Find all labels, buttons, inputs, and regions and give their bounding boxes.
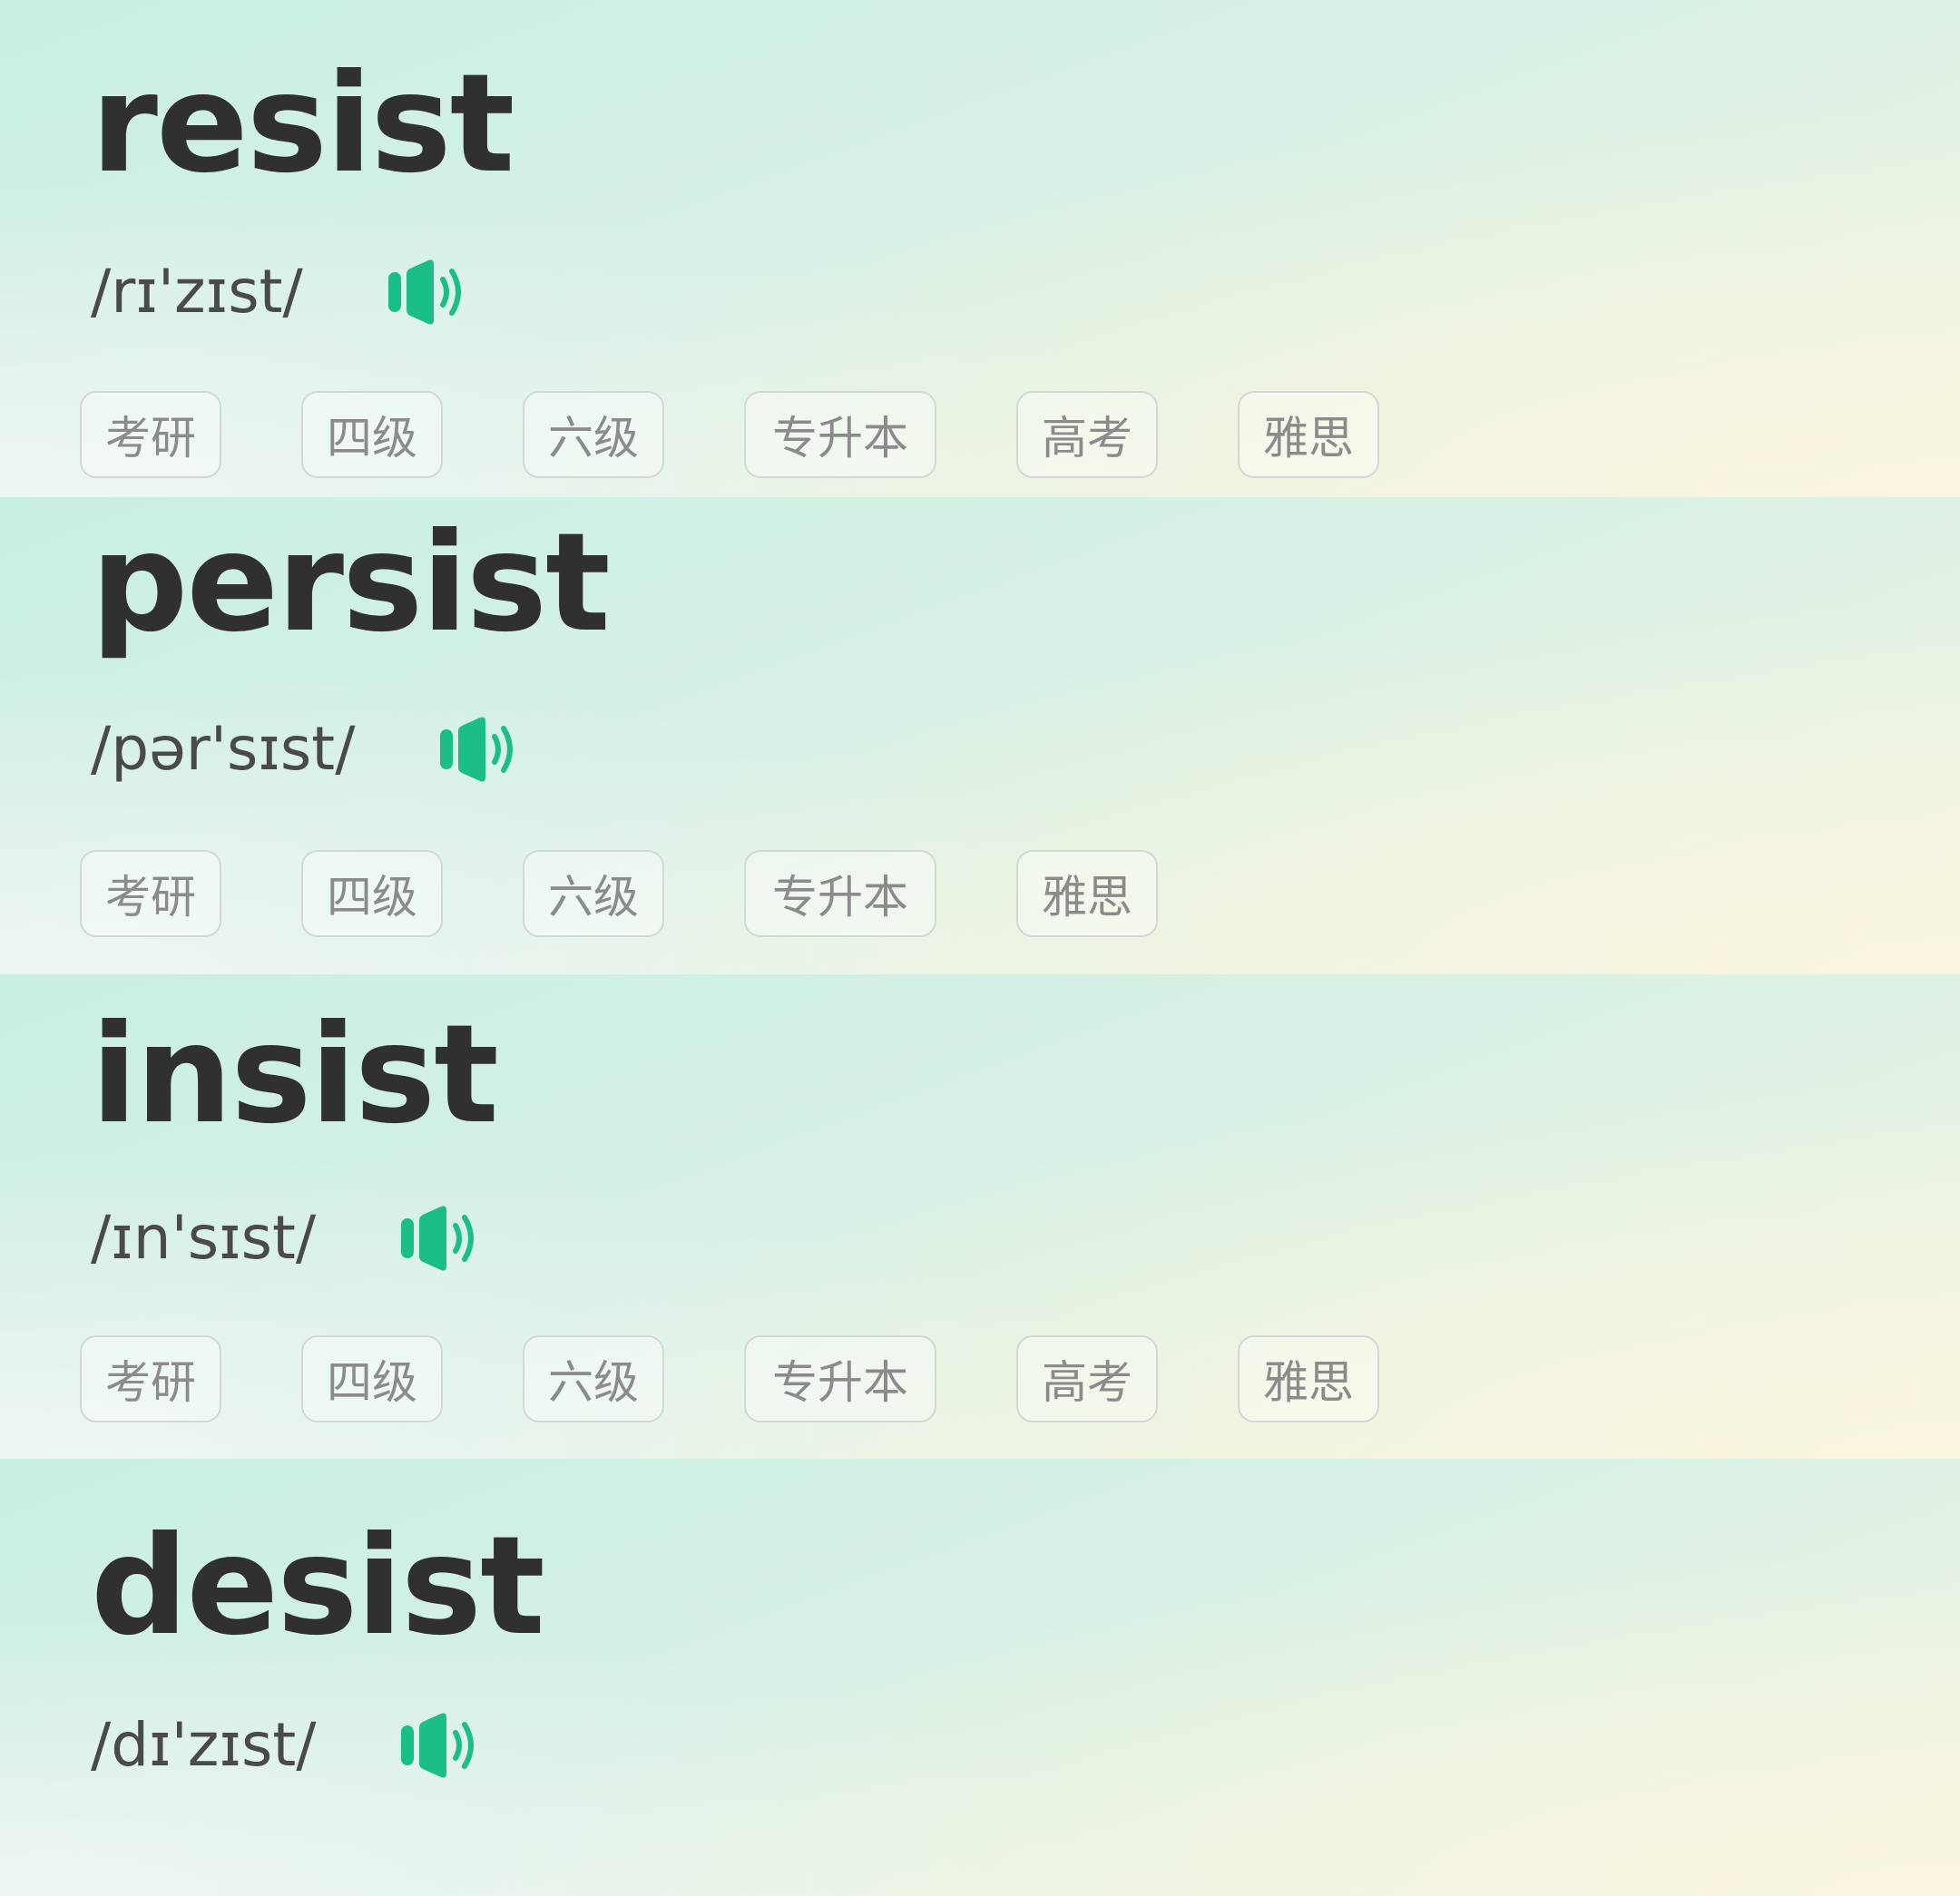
tag-cet6[interactable]: 六级 (523, 850, 664, 937)
tag-gaokao[interactable]: 高考 (1016, 391, 1158, 478)
word-title: insist (91, 996, 499, 1154)
tag-zhuanshengben[interactable]: 专升本 (744, 1335, 936, 1422)
phonetic-row: /dɪ'zɪst/ (91, 1705, 483, 1786)
phonetic-row: /rɪ'zɪst/ (91, 251, 470, 333)
exam-tags: 考研 四级 六级 专升本 高考 雅思 (80, 391, 1459, 478)
tag-zhuanshengben[interactable]: 专升本 (744, 850, 936, 937)
tag-ielts[interactable]: 雅思 (1238, 1335, 1379, 1422)
phonetic-text: /pər'sɪst/ (91, 714, 356, 784)
phonetic-row: /pər'sɪst/ (91, 709, 522, 790)
tag-kaoyan[interactable]: 考研 (80, 391, 221, 478)
tag-cet6[interactable]: 六级 (523, 1335, 664, 1422)
word-card-resist[interactable]: resist /rɪ'zɪst/ 考研 四级 六级 专升本 高考 雅思 (0, 0, 1960, 497)
word-title: desist (91, 1508, 545, 1666)
speaker-sound-icon[interactable] (399, 1711, 483, 1780)
word-card-desist[interactable]: desist /dɪ'zɪst/ (0, 1459, 1960, 1896)
word-title: resist (91, 45, 514, 203)
tag-gaokao[interactable]: 高考 (1016, 1335, 1158, 1422)
phonetic-text: /ɪn'sɪst/ (91, 1203, 317, 1273)
exam-tags: 考研 四级 六级 专升本 雅思 (80, 850, 1238, 937)
tag-cet4[interactable]: 四级 (301, 391, 443, 478)
speaker-sound-icon[interactable] (399, 1204, 483, 1273)
tag-zhuanshengben[interactable]: 专升本 (744, 391, 936, 478)
word-card-persist[interactable]: persist /pər'sɪst/ 考研 四级 六级 专升本 雅思 (0, 497, 1960, 974)
speaker-sound-icon[interactable] (438, 715, 522, 784)
tag-cet4[interactable]: 四级 (301, 1335, 443, 1422)
phonetic-row: /ɪn'sɪst/ (91, 1197, 483, 1279)
phonetic-text: /rɪ'zɪst/ (91, 257, 303, 327)
exam-tags: 考研 四级 六级 专升本 高考 雅思 (80, 1335, 1459, 1422)
word-title: persist (91, 504, 611, 662)
tag-cet4[interactable]: 四级 (301, 850, 443, 937)
phonetic-text: /dɪ'zɪst/ (91, 1710, 317, 1780)
tag-kaoyan[interactable]: 考研 (80, 850, 221, 937)
word-card-insist[interactable]: insist /ɪn'sɪst/ 考研 四级 六级 专升本 高考 雅思 (0, 974, 1960, 1459)
tag-ielts[interactable]: 雅思 (1238, 391, 1379, 478)
tag-ielts[interactable]: 雅思 (1016, 850, 1158, 937)
tag-cet6[interactable]: 六级 (523, 391, 664, 478)
tag-kaoyan[interactable]: 考研 (80, 1335, 221, 1422)
word-list: resist /rɪ'zɪst/ 考研 四级 六级 专升本 高考 雅思 pers… (0, 0, 1960, 1896)
speaker-sound-icon[interactable] (387, 258, 470, 327)
